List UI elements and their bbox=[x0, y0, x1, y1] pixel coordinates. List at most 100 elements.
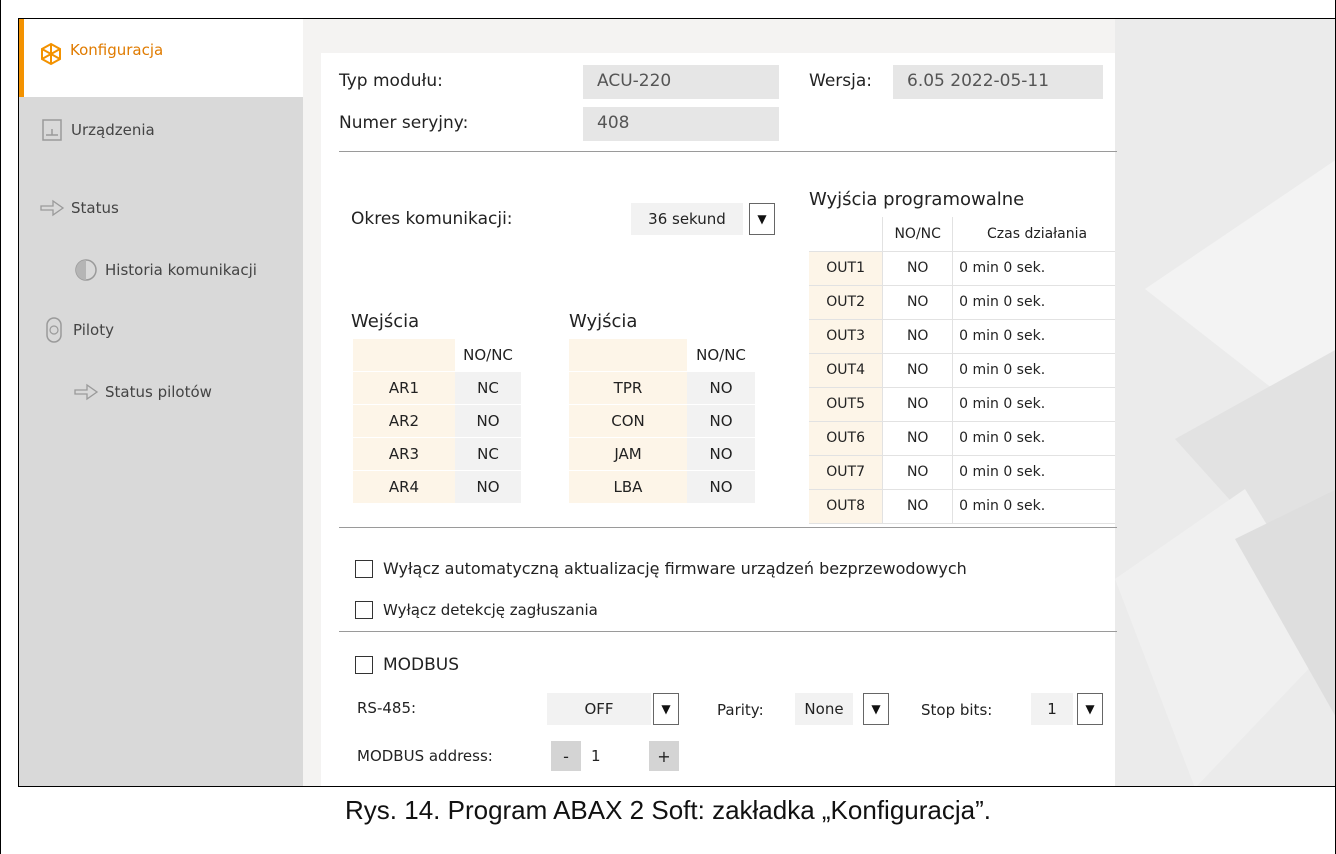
table-row: OUT8 NO 0 min 0 sek. bbox=[809, 489, 1115, 524]
prog-output-time[interactable]: 0 min 0 sek. bbox=[952, 387, 1115, 422]
device-icon bbox=[39, 117, 65, 143]
input-value[interactable]: NC bbox=[455, 438, 521, 471]
modbus-address-value[interactable]: 1 bbox=[591, 747, 601, 765]
table-row: OUT2 NO 0 min 0 sek. bbox=[809, 285, 1115, 320]
checkbox-box[interactable] bbox=[355, 656, 373, 674]
prog-output-time[interactable]: 0 min 0 sek. bbox=[952, 251, 1115, 286]
table-row: LBA NO bbox=[569, 471, 755, 504]
background-decoration bbox=[1115, 19, 1335, 786]
input-name: AR2 bbox=[353, 405, 455, 438]
config-icon bbox=[38, 41, 64, 67]
increment-button[interactable]: + bbox=[649, 741, 679, 771]
outputs-table: NO/NC TPR NO CON NO JAM NO LBA NO bbox=[569, 339, 755, 504]
table-row: JAM NO bbox=[569, 438, 755, 471]
stop-bits-value: 1 bbox=[1031, 693, 1073, 725]
table-row: AR4 NO bbox=[353, 471, 521, 504]
sidebar-item-label: Historia komunikacji bbox=[105, 261, 257, 279]
remote-icon bbox=[41, 317, 67, 343]
sidebar-item-label: Urządzenia bbox=[71, 121, 155, 139]
prog-output-name: OUT3 bbox=[809, 319, 883, 354]
sidebar-item-status-pilotow[interactable]: Status pilotów bbox=[73, 379, 212, 405]
sidebar-item-konfiguracja[interactable]: Konfiguracja bbox=[19, 19, 303, 97]
divider bbox=[339, 527, 1117, 528]
app-window: Konfiguracja Urządzenia Status Historia … bbox=[18, 18, 1336, 787]
status-arrows-icon bbox=[73, 379, 99, 405]
prog-outputs-table: NO/NC Czas działania OUT1 NO 0 min 0 sek. O… bbox=[809, 217, 1115, 524]
output-value[interactable]: NO bbox=[687, 471, 755, 504]
table-row: OUT1 NO 0 min 0 sek. bbox=[809, 251, 1115, 286]
prog-output-nonc[interactable]: NO bbox=[882, 251, 954, 286]
stop-bits-dropdown[interactable]: 1 ▼ bbox=[1031, 693, 1103, 725]
comm-period-value: 36 sekund bbox=[631, 203, 743, 235]
sidebar-item-label: Status bbox=[71, 199, 119, 217]
table-row: OUT3 NO 0 min 0 sek. bbox=[809, 319, 1115, 354]
checkbox-box[interactable] bbox=[355, 559, 373, 578]
inputs-header-nonc: NO/NC bbox=[455, 339, 521, 372]
output-name: CON bbox=[569, 405, 687, 438]
input-value[interactable]: NO bbox=[455, 471, 521, 504]
output-value[interactable]: NO bbox=[687, 372, 755, 405]
prog-output-time[interactable]: 0 min 0 sek. bbox=[952, 455, 1115, 490]
prog-header-time: Czas działania bbox=[952, 217, 1115, 252]
checkbox-box[interactable] bbox=[355, 601, 373, 619]
prog-output-name: OUT8 bbox=[809, 489, 883, 524]
prog-output-nonc[interactable]: NO bbox=[882, 387, 954, 422]
comm-period-dropdown[interactable]: 36 sekund ▼ bbox=[631, 203, 775, 235]
sidebar-item-label: Piloty bbox=[73, 321, 114, 339]
serial-number-label: Numer seryjny: bbox=[339, 113, 469, 133]
rs485-dropdown[interactable]: OFF ▼ bbox=[547, 693, 679, 725]
prog-output-nonc[interactable]: NO bbox=[882, 353, 954, 388]
input-name: AR4 bbox=[353, 471, 455, 504]
disable-fw-update-checkbox[interactable]: Wyłącz automatyczną aktualizację firmwar… bbox=[355, 559, 967, 578]
prog-output-time[interactable]: 0 min 0 sek. bbox=[952, 489, 1115, 524]
divider bbox=[339, 151, 1117, 152]
modbus-label: MODBUS bbox=[383, 655, 460, 675]
sidebar-item-piloty[interactable]: Piloty bbox=[41, 317, 114, 343]
prog-output-time[interactable]: 0 min 0 sek. bbox=[952, 285, 1115, 320]
sidebar-item-urzadzenia[interactable]: Urządzenia bbox=[39, 117, 155, 143]
inputs-title: Wejścia bbox=[351, 311, 420, 332]
chevron-down-icon: ▼ bbox=[653, 693, 679, 725]
table-row: AR3 NC bbox=[353, 438, 521, 471]
figure-caption: Rys. 14. Program ABAX 2 Soft: zakładka „… bbox=[345, 795, 991, 825]
disable-jamming-checkbox[interactable]: Wyłącz detekcję zagłuszania bbox=[355, 601, 598, 619]
input-value[interactable]: NO bbox=[455, 405, 521, 438]
prog-output-nonc[interactable]: NO bbox=[882, 489, 954, 524]
module-type-label: Typ modułu: bbox=[339, 71, 443, 91]
input-value[interactable]: NC bbox=[455, 372, 521, 405]
disable-fw-update-label: Wyłącz automatyczną aktualizację firmwar… bbox=[383, 559, 967, 578]
version-field: 6.05 2022-05-11 bbox=[893, 65, 1103, 99]
table-row: TPR NO bbox=[569, 372, 755, 405]
status-arrows-icon bbox=[39, 195, 65, 221]
table-row: OUT6 NO 0 min 0 sek. bbox=[809, 421, 1115, 456]
decrement-button[interactable]: - bbox=[551, 741, 581, 771]
output-value[interactable]: NO bbox=[687, 405, 755, 438]
prog-output-nonc[interactable]: NO bbox=[882, 421, 954, 456]
rs485-label: RS-485: bbox=[357, 699, 417, 717]
outputs-title: Wyjścia bbox=[569, 311, 638, 332]
output-value[interactable]: NO bbox=[687, 438, 755, 471]
prog-output-time[interactable]: 0 min 0 sek. bbox=[952, 353, 1115, 388]
chevron-down-icon: ▼ bbox=[863, 693, 889, 725]
table-row: AR2 NO bbox=[353, 405, 521, 438]
modbus-checkbox[interactable]: MODBUS bbox=[355, 655, 459, 675]
table-row: OUT7 NO 0 min 0 sek. bbox=[809, 455, 1115, 490]
prog-output-nonc[interactable]: NO bbox=[882, 455, 954, 490]
prog-output-nonc[interactable]: NO bbox=[882, 285, 954, 320]
sidebar-item-status[interactable]: Status bbox=[39, 195, 119, 221]
prog-output-nonc[interactable]: NO bbox=[882, 319, 954, 354]
prog-output-time[interactable]: 0 min 0 sek. bbox=[952, 421, 1115, 456]
module-type-field: ACU-220 bbox=[583, 65, 779, 99]
table-row: OUT5 NO 0 min 0 sek. bbox=[809, 387, 1115, 422]
prog-output-name: OUT1 bbox=[809, 251, 883, 286]
prog-output-name: OUT4 bbox=[809, 353, 883, 388]
serial-number-field: 408 bbox=[583, 107, 779, 141]
prog-output-time[interactable]: 0 min 0 sek. bbox=[952, 319, 1115, 354]
table-row: OUT4 NO 0 min 0 sek. bbox=[809, 353, 1115, 388]
parity-dropdown[interactable]: None ▼ bbox=[795, 693, 889, 725]
sidebar-item-historia-komunikacji[interactable]: Historia komunikacji bbox=[73, 257, 257, 283]
table-row: AR1 NC bbox=[353, 372, 521, 405]
output-name: JAM bbox=[569, 438, 687, 471]
input-name: AR1 bbox=[353, 372, 455, 405]
stop-bits-label: Stop bits: bbox=[921, 701, 993, 719]
